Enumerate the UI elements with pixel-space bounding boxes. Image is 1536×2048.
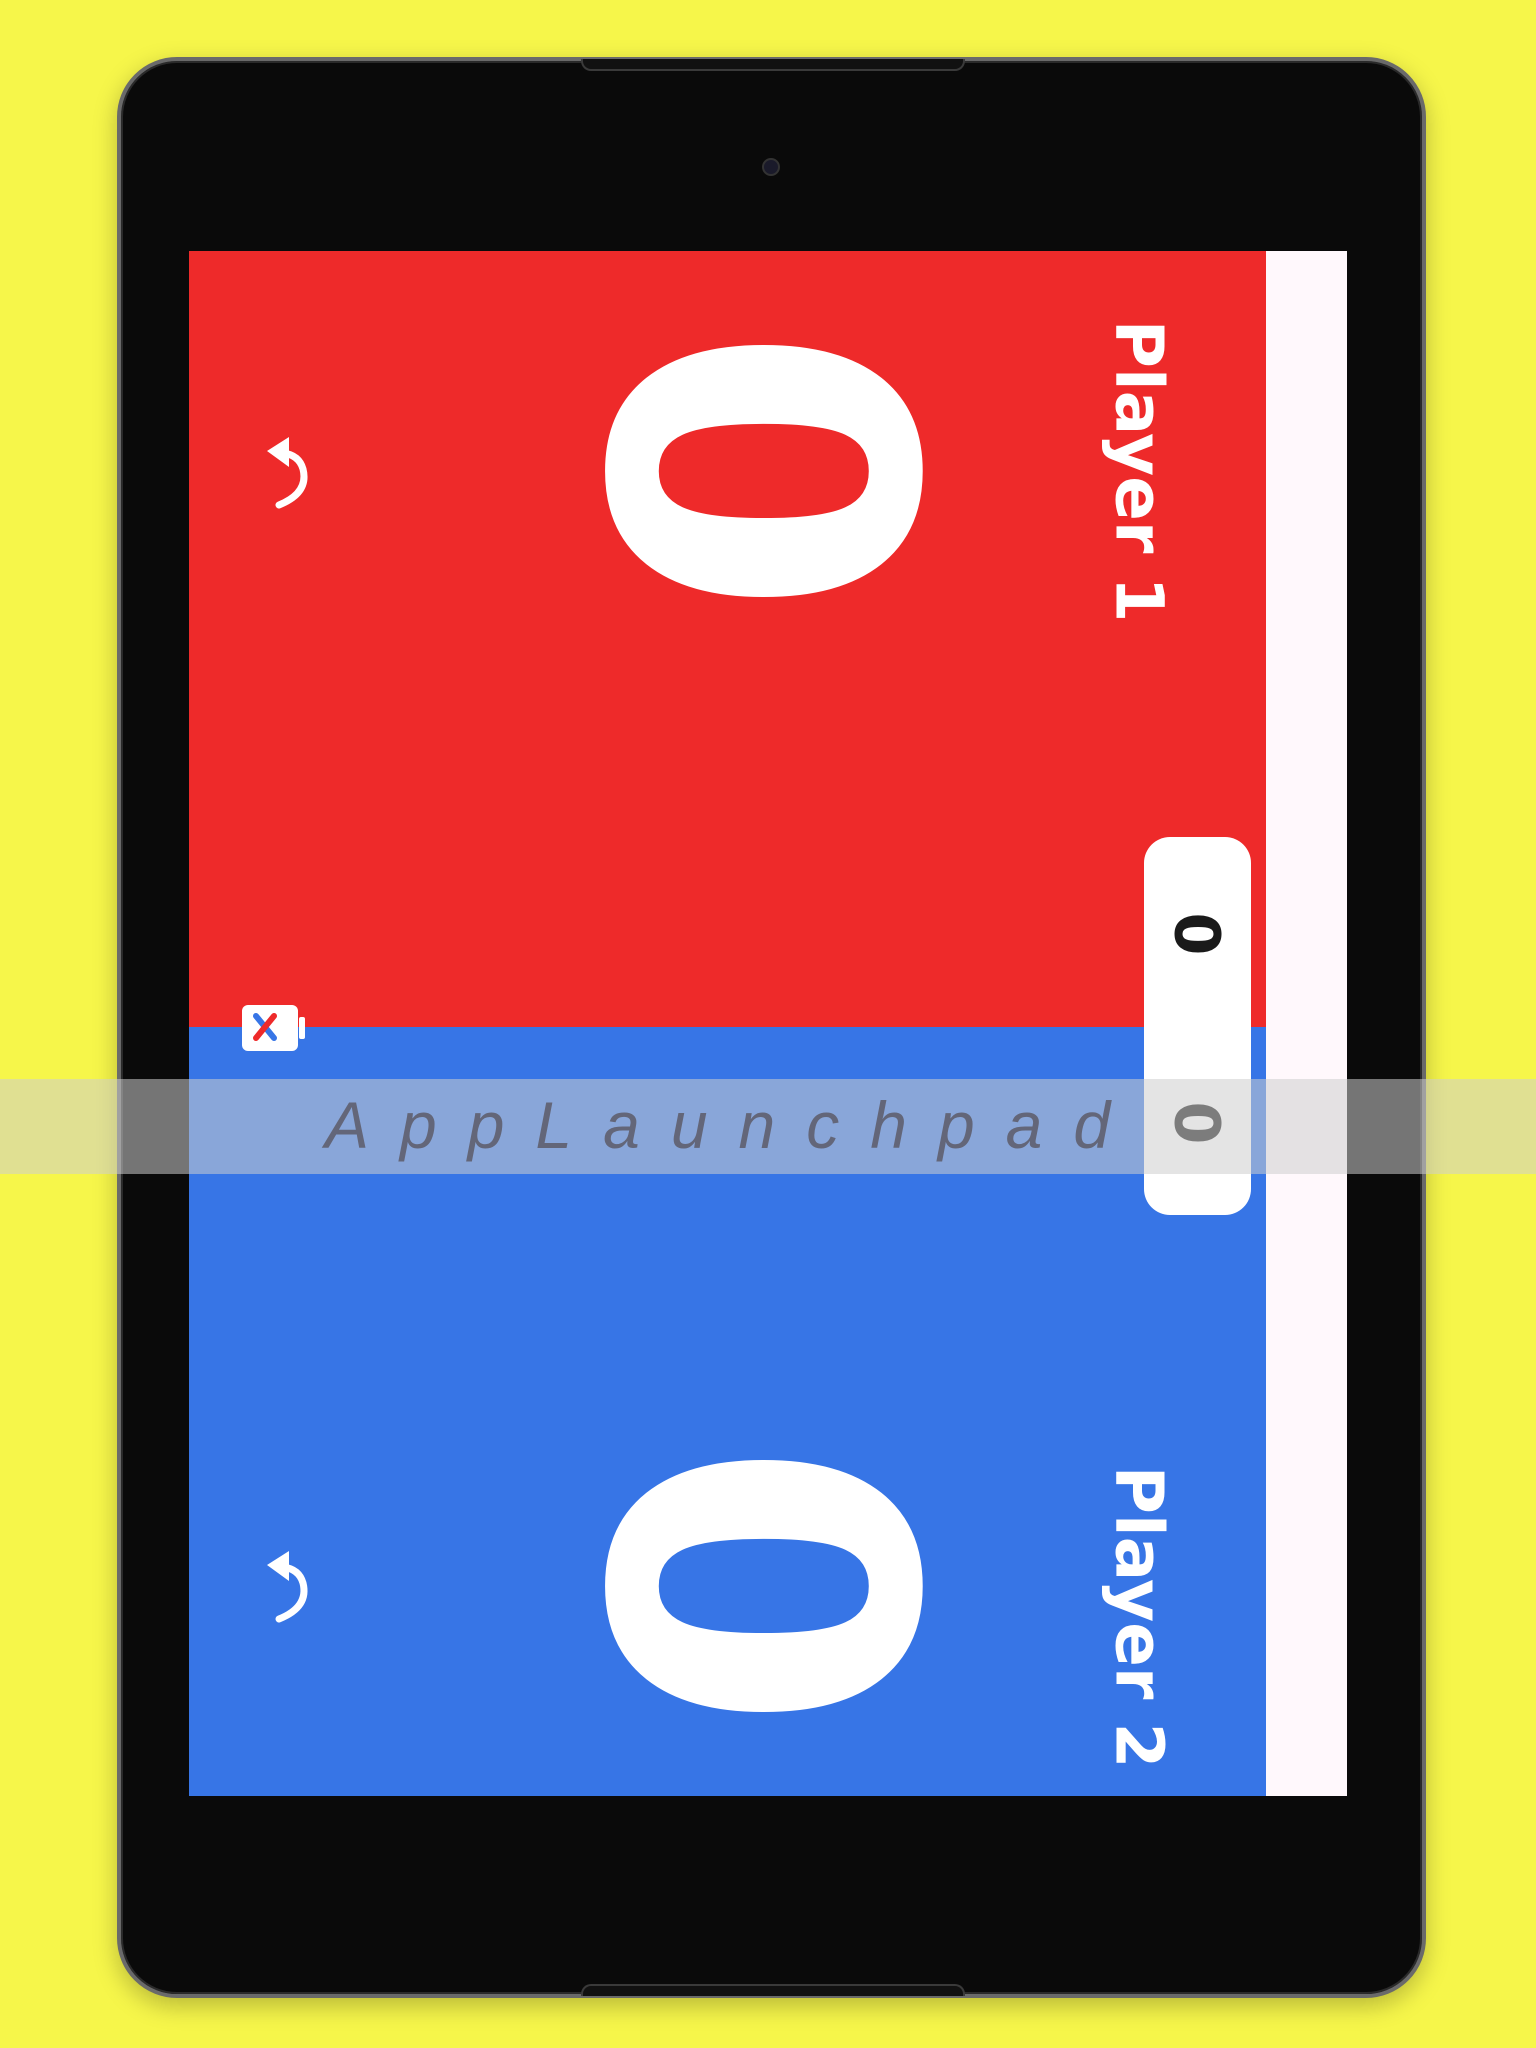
player2-name: Player 2 <box>1100 1465 1178 1769</box>
watermark-banner: AppLaunchpad <box>0 1079 1536 1174</box>
player2-undo-icon[interactable] <box>259 1545 319 1625</box>
player1-score: 0 <box>511 324 1000 618</box>
side-strip <box>1266 251 1347 1796</box>
player2-score: 0 <box>511 1439 1000 1733</box>
player1-undo-icon[interactable] <box>259 431 319 511</box>
device-top-notch <box>581 59 965 71</box>
player1-score-panel[interactable]: Player 1 0 <box>189 251 1266 1027</box>
player1-set-count: 0 <box>1160 912 1234 956</box>
device-bottom-notch <box>581 1984 965 1996</box>
front-camera <box>762 158 780 176</box>
player1-name: Player 1 <box>1100 319 1178 623</box>
watermark-text: AppLaunchpad <box>325 1088 1142 1162</box>
reset-icon[interactable] <box>241 1003 307 1053</box>
app-screen: Player 1 0 Player 2 0 0 0 <box>189 251 1347 1796</box>
